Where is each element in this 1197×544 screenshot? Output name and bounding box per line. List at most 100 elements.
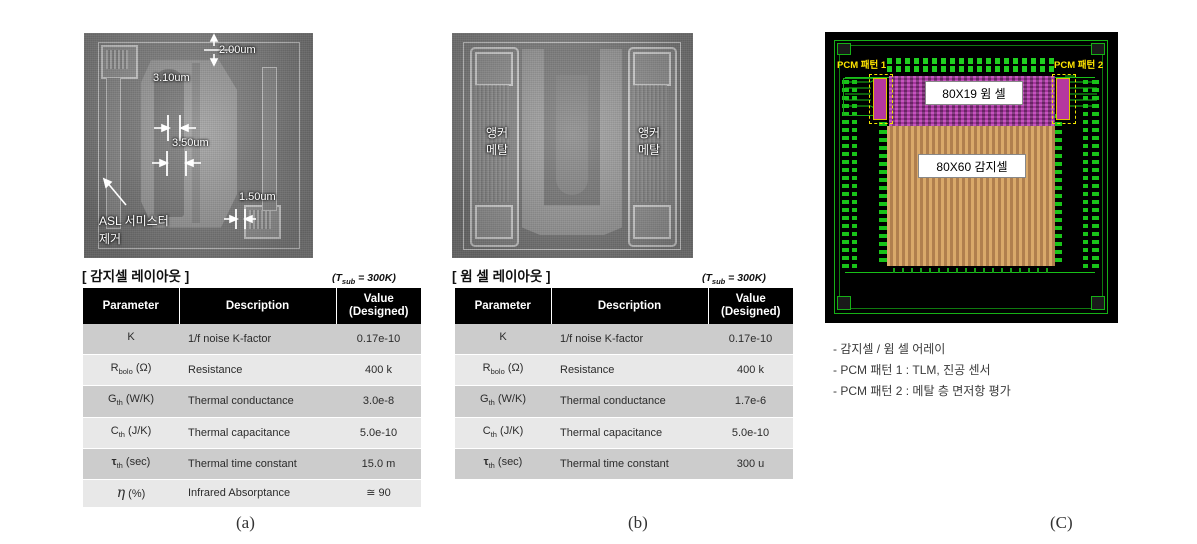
cell-parameter: Rbolo (Ω) [455,354,551,387]
condition-rest: = 300K) [355,272,396,284]
panel-c-note-line-3: - PCM 패턴 2 : 메탈 층 면저항 평가 [833,384,1011,398]
param-symbol: G [480,393,489,406]
header-value-line2: (Designed) [349,306,409,318]
panel-a-spec-table: Parameter Description Value (Designed) K… [83,288,421,508]
cell-value: 3.0e-8 [336,385,421,418]
panel-b-spec-table: Parameter Description Value (Designed) K… [455,288,793,480]
sensing-array-callout: 80X60 감지셀 [918,154,1026,178]
cell-parameter: K [455,324,551,356]
caption-a: (a) [236,513,255,532]
param-symbol: K [499,331,507,343]
cell-description: Thermal capacitance [179,417,336,449]
top-pad-row [887,58,1057,64]
panel-b-section-title: [ 윔 셀 레이아웃 ] [452,269,551,284]
wim-array-callout: 80X19 윔 셀 [925,81,1023,105]
param-symbol: R [110,362,119,375]
cell-parameter: Cth (J/K) [83,417,179,449]
cell-parameter: Rbolo (Ω) [83,354,179,387]
param-unit: (W/K) [122,393,154,406]
cell-parameter: Cth (J/K) [455,417,551,449]
annotation-asl-thermistor-removed-line2: 제거 [99,232,122,246]
condition-main: (T [332,272,342,284]
table-row: Cth (J/K) Thermal capacitance 5.0e-10 [455,417,793,449]
caption-b: (b) [628,513,648,532]
param-symbol: η [116,484,126,501]
header-value-line1: Value [363,293,394,305]
header-description: Description [550,288,708,324]
param-unit: (sec) [494,455,523,468]
cell-parameter: K [83,324,179,356]
cell-description: Thermal capacitance [551,417,708,449]
header-parameter: Parameter [83,288,179,324]
cell-value: 0.17e-10 [336,324,421,356]
cell-description: Resistance [179,354,336,387]
caption-c: (C) [1050,513,1073,532]
param-symbol: C [110,424,119,437]
condition-rest: = 300K) [725,272,766,284]
cell-value: 0.17e-10 [708,324,793,356]
pcm-pattern-2-label: PCM 패턴 2 [1054,60,1104,71]
cell-parameter: τth (sec) [83,448,179,480]
cell-description: Thermal time constant [551,448,708,480]
panel-b-table-body: K 1/f noise K-factor 0.17e-10 Rbolo (Ω) … [455,324,793,480]
cell-parameter: τth (sec) [455,448,551,480]
param-unit: (Ω) [132,362,152,375]
table-row: Cth (J/K) Thermal capacitance 5.0e-10 [83,417,421,449]
annotation-anchor-metal-left-line1: 앵커 [486,126,509,140]
panel-b-table-condition: (Tsub = 300K) [702,272,766,286]
sensing-cell-array [887,126,1055,266]
cell-description: Resistance [551,354,708,387]
cell-description: Thermal conductance [179,385,336,418]
cell-value: 15.0 m [336,448,421,480]
table-row: K 1/f noise K-factor 0.17e-10 [83,324,421,356]
cell-value: 5.0e-10 [708,417,793,449]
table-row: τth (sec) Thermal time constant 15.0 m [83,448,421,480]
table-row: τth (sec) Thermal time constant 300 u [455,448,793,480]
table-header-row: Parameter Description Value (Designed) [83,288,421,324]
annotation-anchor-metal-left-line2: 메탈 [486,143,509,157]
cell-value: 1.7e-6 [708,385,793,418]
param-unit: (J/K) [124,424,152,437]
table-row: Gth (W/K) Thermal conductance 1.7e-6 [455,385,793,418]
table-row: η (%) Infrared Absorptance ≅ 90 [83,479,421,508]
pcm-pattern-2-structure [1056,78,1070,120]
cell-parameter: η (%) [83,479,179,508]
param-subscript: bolo [118,367,133,377]
top-pad-row-2 [887,66,1057,72]
bottom-marker-row [893,268,1051,273]
condition-sub: sub [341,277,356,287]
annotation-350um: 3.50um [172,137,209,149]
table-header-row: Parameter Description Value (Designed) [455,288,793,324]
header-value-line1: Value [735,293,766,305]
cell-parameter: Gth (W/K) [83,385,179,418]
annotation-310um: 3.10um [153,72,190,84]
cell-value: 400 k [336,354,421,387]
pcm-pattern-1-structure [873,78,887,120]
panel-a-section-title: [ 감지셀 레이아웃 ] [82,269,190,284]
param-unit: (%) [125,487,146,500]
annotation-asl-thermistor-removed-line1: ASL 서미스터 [99,214,169,228]
param-unit: (J/K) [496,424,524,437]
cell-value: 300 u [708,448,793,480]
cell-description: Thermal time constant [179,448,336,480]
header-value: Value (Designed) [707,288,793,324]
table-row: K 1/f noise K-factor 0.17e-10 [455,324,793,356]
annotation-200um: 2.00um [219,44,256,56]
param-symbol: C [482,424,491,437]
param-unit: (Ω) [504,362,524,375]
header-value: Value (Designed) [335,288,421,324]
param-unit: (W/K) [494,393,526,406]
panel-c-note-line-2: - PCM 패턴 1 : TLM, 진공 센서 [833,363,991,377]
param-symbol: G [108,393,117,406]
header-parameter: Parameter [455,288,551,324]
panel-c-note-line-1: - 감지셀 / 윔 셀 어레이 [833,342,946,356]
param-symbol: K [127,331,135,343]
condition-sub: sub [711,277,726,287]
annotation-anchor-metal-right-line2: 메탈 [638,143,661,157]
cell-parameter: Gth (W/K) [455,385,551,418]
param-symbol: R [482,362,491,375]
table-row: Rbolo (Ω) Resistance 400 k [83,354,421,387]
chip-cad-layout-image: PCM 패턴 1 PCM 패턴 2 80X19 윔 셀 80X60 감지셀 [825,32,1118,323]
annotation-anchor-metal-right-line1: 앵커 [638,126,661,140]
annotation-150um: 1.50um [239,191,276,203]
